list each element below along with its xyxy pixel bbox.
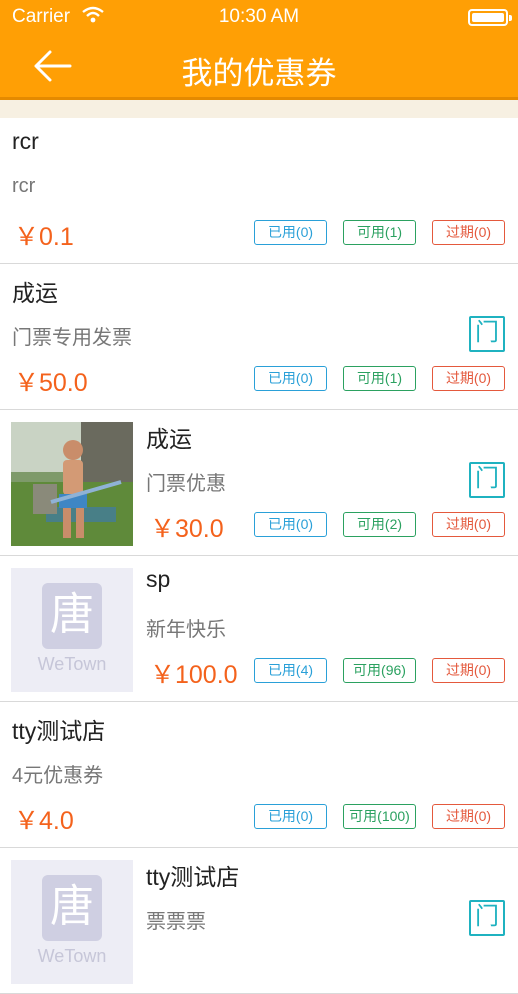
coupon-item[interactable]: 成运 门票优惠 门 ￥30.0 已用(0) 可用(2) 过期(0) bbox=[0, 410, 518, 556]
coupon-desc: 门票专用发票 bbox=[12, 327, 132, 349]
coupon-name: sp bbox=[146, 566, 171, 592]
coupon-name: tty测试店 bbox=[146, 864, 240, 890]
used-count-tag[interactable]: 已用(0) bbox=[254, 220, 327, 245]
coupon-desc: rcr bbox=[12, 175, 36, 197]
coupon-price: ￥100.0 bbox=[150, 661, 238, 689]
coupon-price: ￥4.0 bbox=[14, 807, 74, 835]
coupon-thumbnail-placeholder: 唐 WeTown bbox=[11, 860, 133, 984]
placeholder-label: WeTown bbox=[37, 654, 107, 674]
available-count-tag[interactable]: 可用(96) bbox=[343, 658, 416, 683]
character-photo bbox=[11, 422, 133, 546]
coupon-desc: 新年快乐 bbox=[146, 619, 226, 641]
nav-bar: Carrier 10:30 AM 我的优惠券 bbox=[0, 0, 518, 100]
coupon-price: ￥50.0 bbox=[14, 369, 88, 397]
coupon-desc: 门票优惠 bbox=[146, 473, 226, 495]
available-count-tag[interactable]: 可用(1) bbox=[343, 366, 416, 391]
wetown-logo-icon: 唐 bbox=[42, 583, 102, 649]
used-count-tag[interactable]: 已用(0) bbox=[254, 512, 327, 537]
door-ticket-icon: 门 bbox=[469, 900, 505, 936]
expired-count-tag[interactable]: 过期(0) bbox=[432, 658, 505, 683]
coupon-thumbnail-placeholder: 唐 WeTown bbox=[11, 568, 133, 692]
expired-count-tag[interactable]: 过期(0) bbox=[432, 220, 505, 245]
expired-count-tag[interactable]: 过期(0) bbox=[432, 366, 505, 391]
coupon-item[interactable]: 成运 门票专用发票 门 ￥50.0 已用(0) 可用(1) 过期(0) bbox=[0, 264, 518, 410]
coupon-name: 成运 bbox=[146, 426, 192, 452]
coupon-list[interactable]: rcr rcr ￥0.1 已用(0) 可用(1) 过期(0) 成运 门票专用发票… bbox=[0, 118, 518, 994]
placeholder-label: WeTown bbox=[37, 946, 107, 966]
coupon-name: rcr bbox=[12, 128, 39, 154]
coupon-item[interactable]: 唐 WeTown sp 新年快乐 ￥100.0 已用(4) 可用(96) 过期(… bbox=[0, 556, 518, 702]
coupon-name: 成运 bbox=[12, 280, 58, 306]
coupon-price: ￥30.0 bbox=[150, 515, 224, 543]
expired-count-tag[interactable]: 过期(0) bbox=[432, 804, 505, 829]
coupon-name: tty测试店 bbox=[12, 718, 106, 744]
coupon-item[interactable]: tty测试店 4元优惠券 ￥4.0 已用(0) 可用(100) 过期(0) bbox=[0, 702, 518, 848]
available-count-tag[interactable]: 可用(100) bbox=[343, 804, 416, 829]
coupon-desc: 4元优惠券 bbox=[12, 765, 104, 787]
coupon-item[interactable]: rcr rcr ￥0.1 已用(0) 可用(1) 过期(0) bbox=[0, 118, 518, 264]
wetown-logo-icon: 唐 bbox=[42, 875, 102, 941]
coupon-thumbnail bbox=[11, 422, 133, 546]
used-count-tag[interactable]: 已用(0) bbox=[254, 804, 327, 829]
clock: 10:30 AM bbox=[218, 6, 300, 27]
door-ticket-icon: 门 bbox=[469, 462, 505, 498]
door-ticket-icon: 门 bbox=[469, 316, 505, 352]
header-divider bbox=[0, 100, 518, 118]
battery-icon bbox=[468, 9, 512, 26]
coupon-item[interactable]: 唐 WeTown tty测试店 票票票 门 bbox=[0, 848, 518, 994]
available-count-tag[interactable]: 可用(2) bbox=[343, 512, 416, 537]
status-bar: Carrier 10:30 AM bbox=[0, 0, 518, 34]
coupon-price: ￥0.1 bbox=[14, 223, 74, 251]
used-count-tag[interactable]: 已用(0) bbox=[254, 366, 327, 391]
used-count-tag[interactable]: 已用(4) bbox=[254, 658, 327, 683]
expired-count-tag[interactable]: 过期(0) bbox=[432, 512, 505, 537]
page-title: 我的优惠券 bbox=[181, 56, 337, 91]
available-count-tag[interactable]: 可用(1) bbox=[343, 220, 416, 245]
